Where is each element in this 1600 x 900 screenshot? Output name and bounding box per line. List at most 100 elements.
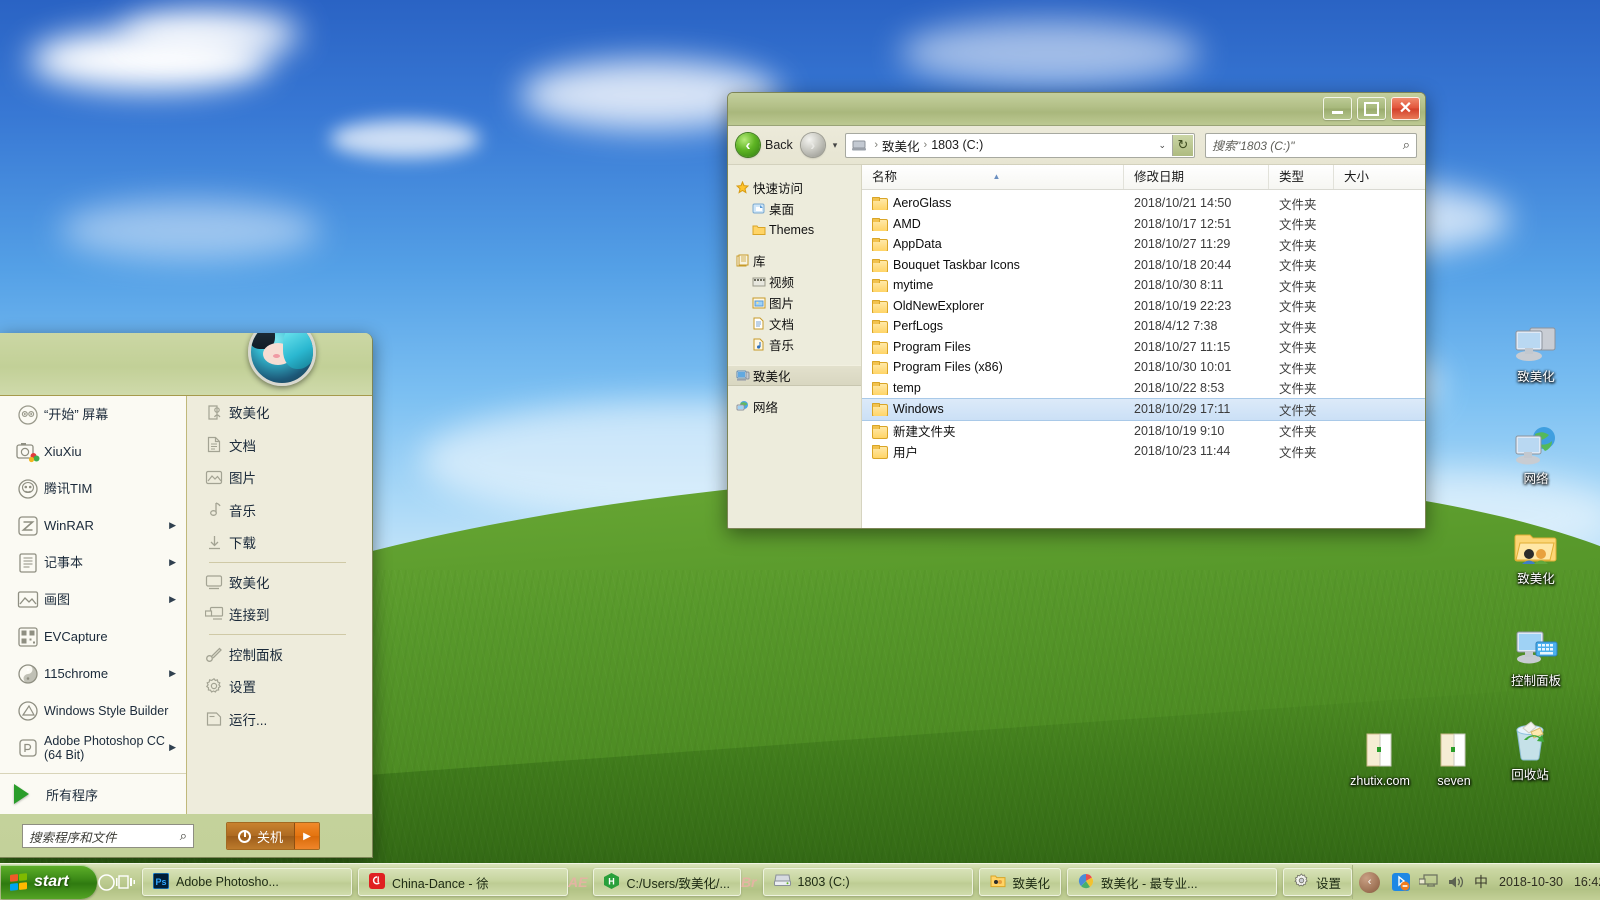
table-row[interactable]: temp2018/10/22 8:53文件夹 xyxy=(862,378,1425,399)
navpane-item-documents[interactable]: 文档 xyxy=(728,313,861,334)
desktop-icon-network[interactable]: 网络 xyxy=(1488,420,1584,487)
navpane-item-desktop[interactable]: 桌面 xyxy=(728,198,861,219)
start-menu-item-[interactable]: 记事本▶ xyxy=(0,544,186,581)
start-search-input[interactable]: 搜索程序和文件 ⌕ xyxy=(22,824,194,848)
start-menu-place-connect-to[interactable]: 连接到 xyxy=(187,598,372,631)
minimize-button[interactable] xyxy=(1323,97,1352,120)
taskbar-button-user-folder[interactable]: 致美化 xyxy=(979,868,1062,896)
back-button[interactable]: ‹ xyxy=(736,133,760,157)
start-menu-place-settings-gear[interactable]: 设置 xyxy=(187,670,372,703)
column-header-type[interactable]: 类型 xyxy=(1269,165,1334,189)
navpane-item-pictures[interactable]: 图片 xyxy=(728,292,861,313)
table-row[interactable]: AeroGlass2018/10/21 14:50文件夹 xyxy=(862,193,1425,214)
taskbar-button-photoshop[interactable]: Ps Adobe Photosho... xyxy=(142,868,352,896)
taskbar-button-hbuilder[interactable]: H C:/Users/致美化/... xyxy=(593,868,740,896)
desktop-icon-control-panel[interactable]: 控制面板 xyxy=(1488,622,1584,689)
start-menu-item-winrar[interactable]: WinRAR▶ xyxy=(0,507,186,544)
start-menu-item-evcapture[interactable]: EVCapture xyxy=(0,618,186,655)
start-menu-item-[interactable]: “开始” 屏幕 xyxy=(0,396,186,433)
explorer-window[interactable]: ✕ ‹ Back › ▾ › 致美化 › 1803 (C:) ⌄ ↻ 搜索"18… xyxy=(727,92,1426,529)
breadcrumb-item-0[interactable]: 致美化 xyxy=(882,136,920,155)
search-box[interactable]: 搜索"1803 (C:)" ⌕ xyxy=(1205,133,1417,158)
table-row[interactable]: mytime2018/10/30 8:11文件夹 xyxy=(862,275,1425,296)
start-menu-program-items[interactable]: “开始” 屏幕XiuXiu腾讯TIMWinRAR▶记事本▶画图▶EVCaptur… xyxy=(0,396,186,766)
start-menu-item-tim[interactable]: 腾讯TIM xyxy=(0,470,186,507)
table-row[interactable]: Program Files2018/10/27 11:15文件夹 xyxy=(862,337,1425,358)
shutdown-button[interactable]: 关机 xyxy=(227,823,294,849)
desktop-icon-computer[interactable]: 致美化 xyxy=(1488,318,1584,385)
show-hidden-icons-button[interactable]: ‹ xyxy=(1359,872,1380,893)
table-row[interactable]: Program Files (x86)2018/10/30 10:01文件夹 xyxy=(862,357,1425,378)
start-menu-item-xiuxiu[interactable]: XiuXiu xyxy=(0,433,186,470)
start-menu[interactable]: “开始” 屏幕XiuXiu腾讯TIMWinRAR▶记事本▶画图▶EVCaptur… xyxy=(0,333,373,858)
clock-date[interactable]: 2018-10-30 xyxy=(1497,875,1563,889)
file-list-pane[interactable]: 名称 ▲ 修改日期 类型 大小 AeroGlass2018/10/21 14:5… xyxy=(862,165,1425,529)
table-row[interactable]: PerfLogs2018/4/12 7:38文件夹 xyxy=(862,316,1425,337)
column-header-name[interactable]: 名称 ▲ xyxy=(862,165,1124,189)
table-row[interactable]: Bouquet Taskbar Icons2018/10/18 20:44文件夹 xyxy=(862,255,1425,276)
navpane-group-libraries[interactable]: 库 xyxy=(728,250,861,271)
task-view-icon[interactable] xyxy=(116,865,136,899)
desktop-icon-recycle-bin[interactable]: 回收站 xyxy=(1482,716,1578,783)
navpane-item-music[interactable]: 音乐 xyxy=(728,334,861,355)
file-rows[interactable]: AeroGlass2018/10/21 14:50文件夹AMD2018/10/1… xyxy=(862,190,1425,529)
start-menu-place-pictures[interactable]: 图片 xyxy=(187,461,372,494)
window-titlebar[interactable]: ✕ xyxy=(728,93,1425,126)
navigation-pane[interactable]: 快速访问 桌面 Themes 库 xyxy=(728,165,862,529)
shutdown-button-group[interactable]: 关机 ▶ xyxy=(226,822,320,850)
bridge-ghost[interactable]: Br xyxy=(741,874,757,890)
navpane-item-computer[interactable]: 致美化 xyxy=(728,365,861,386)
start-menu-programs-list[interactable]: “开始” 屏幕XiuXiu腾讯TIMWinRAR▶记事本▶画图▶EVCaptur… xyxy=(0,396,187,814)
clock-time[interactable]: 16:42:28 xyxy=(1572,875,1600,889)
navpane-item-videos[interactable]: 视频 xyxy=(728,271,861,292)
volume-icon[interactable] xyxy=(1447,874,1465,890)
table-row[interactable]: 用户2018/10/23 11:44文件夹 xyxy=(862,441,1425,462)
cortana-circle-icon[interactable] xyxy=(97,865,116,899)
column-header-date[interactable]: 修改日期 xyxy=(1124,165,1269,189)
start-menu-place-computer[interactable]: 致美化 xyxy=(187,566,372,599)
taskbar-button-netease-music[interactable]: China-Dance - 徐 xyxy=(358,868,568,896)
after-effects-ghost[interactable]: AE xyxy=(568,874,587,890)
start-menu-place-download[interactable]: 下载 xyxy=(187,526,372,559)
submenu-arrow-icon[interactable]: ▶ xyxy=(169,668,180,679)
table-row[interactable]: OldNewExplorer2018/10/19 22:23文件夹 xyxy=(862,296,1425,317)
start-menu-place-control-panel[interactable]: 控制面板 xyxy=(187,638,372,671)
start-menu-item-windowsstylebuilder[interactable]: Windows Style Builder xyxy=(0,692,186,729)
breadcrumb-item-1[interactable]: 1803 (C:) xyxy=(931,138,983,152)
start-menu-place-run[interactable]: 运行... xyxy=(187,703,372,736)
column-header-size[interactable]: 大小 xyxy=(1334,165,1404,189)
start-menu-item-115chrome[interactable]: 115chrome▶ xyxy=(0,655,186,692)
address-bar[interactable]: › 致美化 › 1803 (C:) ⌄ ↻ xyxy=(845,133,1195,158)
navpane-item-themes[interactable]: Themes xyxy=(728,219,861,240)
navpane-group-quick-access[interactable]: 快速访问 xyxy=(728,177,861,198)
submenu-arrow-icon[interactable]: ▶ xyxy=(169,557,180,568)
ime-indicator[interactable]: 中 xyxy=(1474,872,1488,892)
start-menu-places-list[interactable]: 致美化文档图片音乐下载致美化连接到控制面板设置运行... xyxy=(187,396,372,814)
all-programs-button[interactable]: 所有程序 xyxy=(0,773,186,814)
start-menu-place-music[interactable]: 音乐 xyxy=(187,494,372,527)
taskbar-button-zhutix-browser[interactable]: 致美化 - 最专业... xyxy=(1067,868,1277,896)
recent-locations-button[interactable]: ▾ xyxy=(829,140,842,151)
start-menu-place-user-folder[interactable]: 致美化 xyxy=(187,396,372,429)
network-monitor-icon[interactable] xyxy=(1419,874,1438,890)
submenu-arrow-icon[interactable]: ▶ xyxy=(169,742,180,753)
start-button[interactable]: start xyxy=(1,865,97,899)
table-row[interactable]: AppData2018/10/27 11:29文件夹 xyxy=(862,234,1425,255)
close-button[interactable]: ✕ xyxy=(1391,97,1420,120)
refresh-button[interactable]: ↻ xyxy=(1172,135,1193,156)
submenu-arrow-icon[interactable]: ▶ xyxy=(169,520,180,531)
start-menu-item-[interactable]: 画图▶ xyxy=(0,581,186,618)
shutdown-options-arrow[interactable]: ▶ xyxy=(294,823,319,849)
maximize-button[interactable] xyxy=(1357,97,1386,120)
table-row[interactable]: AMD2018/10/17 12:51文件夹 xyxy=(862,214,1425,235)
bluetooth-icon[interactable] xyxy=(1392,873,1410,891)
submenu-arrow-icon[interactable]: ▶ xyxy=(169,594,180,605)
avatar[interactable] xyxy=(248,333,316,386)
start-menu-place-documents[interactable]: 文档 xyxy=(187,429,372,462)
address-dropdown-icon[interactable]: ⌄ xyxy=(1152,140,1172,151)
taskbar-button-settings[interactable]: 设置 xyxy=(1283,868,1352,896)
navpane-item-network[interactable]: 网络 xyxy=(728,396,861,417)
desktop-icon-user-files[interactable]: 致美化 xyxy=(1488,520,1584,587)
forward-button[interactable]: › xyxy=(801,133,825,157)
taskbar[interactable]: start Ps Adobe Photosho... China-Dance -… xyxy=(0,863,1600,900)
